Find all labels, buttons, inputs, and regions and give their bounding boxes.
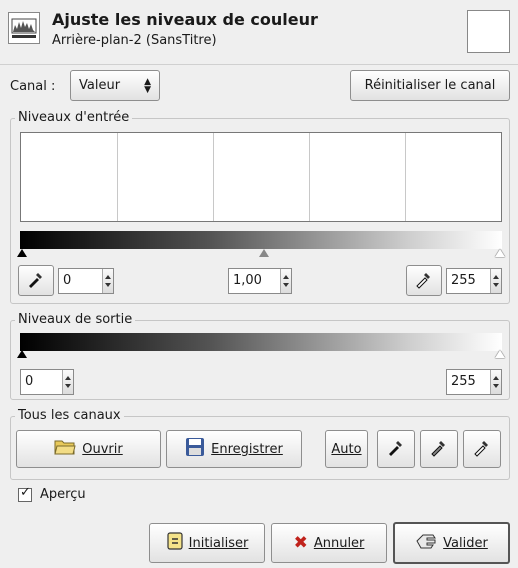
output-low-value: 0: [25, 374, 34, 389]
dialog-subtitle: Arrière-plan-2 (SansTitre): [52, 33, 217, 48]
input-high-spinner[interactable]: 255: [446, 268, 502, 294]
reset-channel-label: Réinitialiser le canal: [364, 78, 496, 93]
pick-white-eyedropper-button[interactable]: [463, 430, 501, 468]
input-black-point-handle[interactable]: [17, 249, 27, 257]
input-gradient-bar: [20, 231, 502, 249]
channel-select[interactable]: Valeur ▲ ▼: [70, 70, 160, 101]
spinner-arrows-icon[interactable]: [280, 269, 291, 293]
cancel-button[interactable]: ✖ Annuler: [271, 523, 387, 563]
auto-button[interactable]: Auto: [325, 430, 368, 468]
eyedropper-white-icon: [472, 437, 492, 461]
auto-label: Auto: [331, 441, 362, 457]
output-white-point-handle[interactable]: [495, 350, 505, 358]
checkmark-icon: ✓: [20, 485, 31, 500]
layer-preview-thumbnail: [467, 10, 510, 53]
reset-button[interactable]: Initialiser: [149, 523, 265, 563]
open-label: Ouvrir: [82, 441, 123, 457]
input-levels-label: Niveaux d'entrée: [15, 110, 133, 125]
reset-label: Initialiser: [188, 535, 249, 551]
input-high-value: 255: [451, 273, 476, 288]
ok-hand-icon: [415, 532, 437, 554]
input-low-value: 0: [63, 273, 72, 288]
open-button[interactable]: Ouvrir: [16, 430, 161, 468]
channel-select-value: Valeur: [79, 78, 121, 93]
input-white-point-handle[interactable]: [495, 249, 505, 257]
cancel-x-icon: ✖: [293, 533, 308, 553]
histogram-gridline: [213, 133, 214, 221]
pick-gray-eyedropper-button[interactable]: [420, 430, 458, 468]
pick-black-eyedropper-button[interactable]: [377, 430, 415, 468]
histogram-gridline: [117, 133, 118, 221]
pick-black-point-button[interactable]: [18, 265, 54, 296]
output-levels-label: Niveaux de sortie: [15, 312, 136, 327]
reset-icon: [166, 531, 184, 555]
histogram: [20, 132, 502, 222]
save-label: Enregistrer: [211, 441, 283, 457]
histogram-gridline: [309, 133, 310, 221]
header-bar: Ajuste les niveaux de couleur Arrière-pl…: [0, 0, 518, 65]
input-gamma-spinner[interactable]: 1,00: [228, 268, 292, 294]
pick-white-point-button[interactable]: [406, 265, 442, 296]
spinner-arrows-icon[interactable]: [62, 370, 73, 394]
eyedropper-icon: [26, 269, 46, 293]
eyedropper-gray-icon: [429, 437, 449, 461]
output-gradient-bar: [20, 333, 502, 351]
output-low-spinner[interactable]: 0: [20, 369, 74, 395]
updown-arrows-icon: ▲ ▼: [144, 77, 151, 95]
spinner-arrows-icon[interactable]: [102, 269, 113, 293]
cancel-label: Annuler: [313, 535, 365, 551]
output-levels-frame: Niveaux de sortie: [10, 312, 510, 400]
eyedropper-icon: [414, 269, 434, 293]
output-high-value: 255: [451, 374, 476, 389]
channel-label: Canal :: [10, 79, 56, 94]
eyedropper-black-icon: [386, 437, 406, 461]
ok-label: Valider: [443, 535, 488, 551]
output-black-point-handle[interactable]: [17, 350, 27, 358]
input-gamma-handle[interactable]: [259, 249, 269, 257]
spinner-arrows-icon[interactable]: [490, 269, 501, 293]
histogram-gridline: [405, 133, 406, 221]
spinner-arrows-icon[interactable]: [490, 370, 501, 394]
all-channels-label: Tous les canaux: [15, 408, 124, 423]
input-low-spinner[interactable]: 0: [58, 268, 114, 294]
input-gamma-value: 1,00: [233, 273, 262, 288]
preview-checkbox[interactable]: ✓: [18, 485, 32, 502]
save-disk-icon: [185, 437, 205, 461]
levels-icon: [8, 12, 40, 44]
preview-label[interactable]: Aperçu: [40, 487, 86, 502]
output-high-spinner[interactable]: 255: [446, 369, 502, 395]
folder-open-icon: [54, 438, 76, 460]
dialog-title: Ajuste les niveaux de couleur: [52, 10, 318, 29]
save-button[interactable]: Enregistrer: [166, 430, 302, 468]
ok-button[interactable]: Valider: [393, 522, 510, 564]
reset-channel-button[interactable]: Réinitialiser le canal: [350, 70, 510, 101]
